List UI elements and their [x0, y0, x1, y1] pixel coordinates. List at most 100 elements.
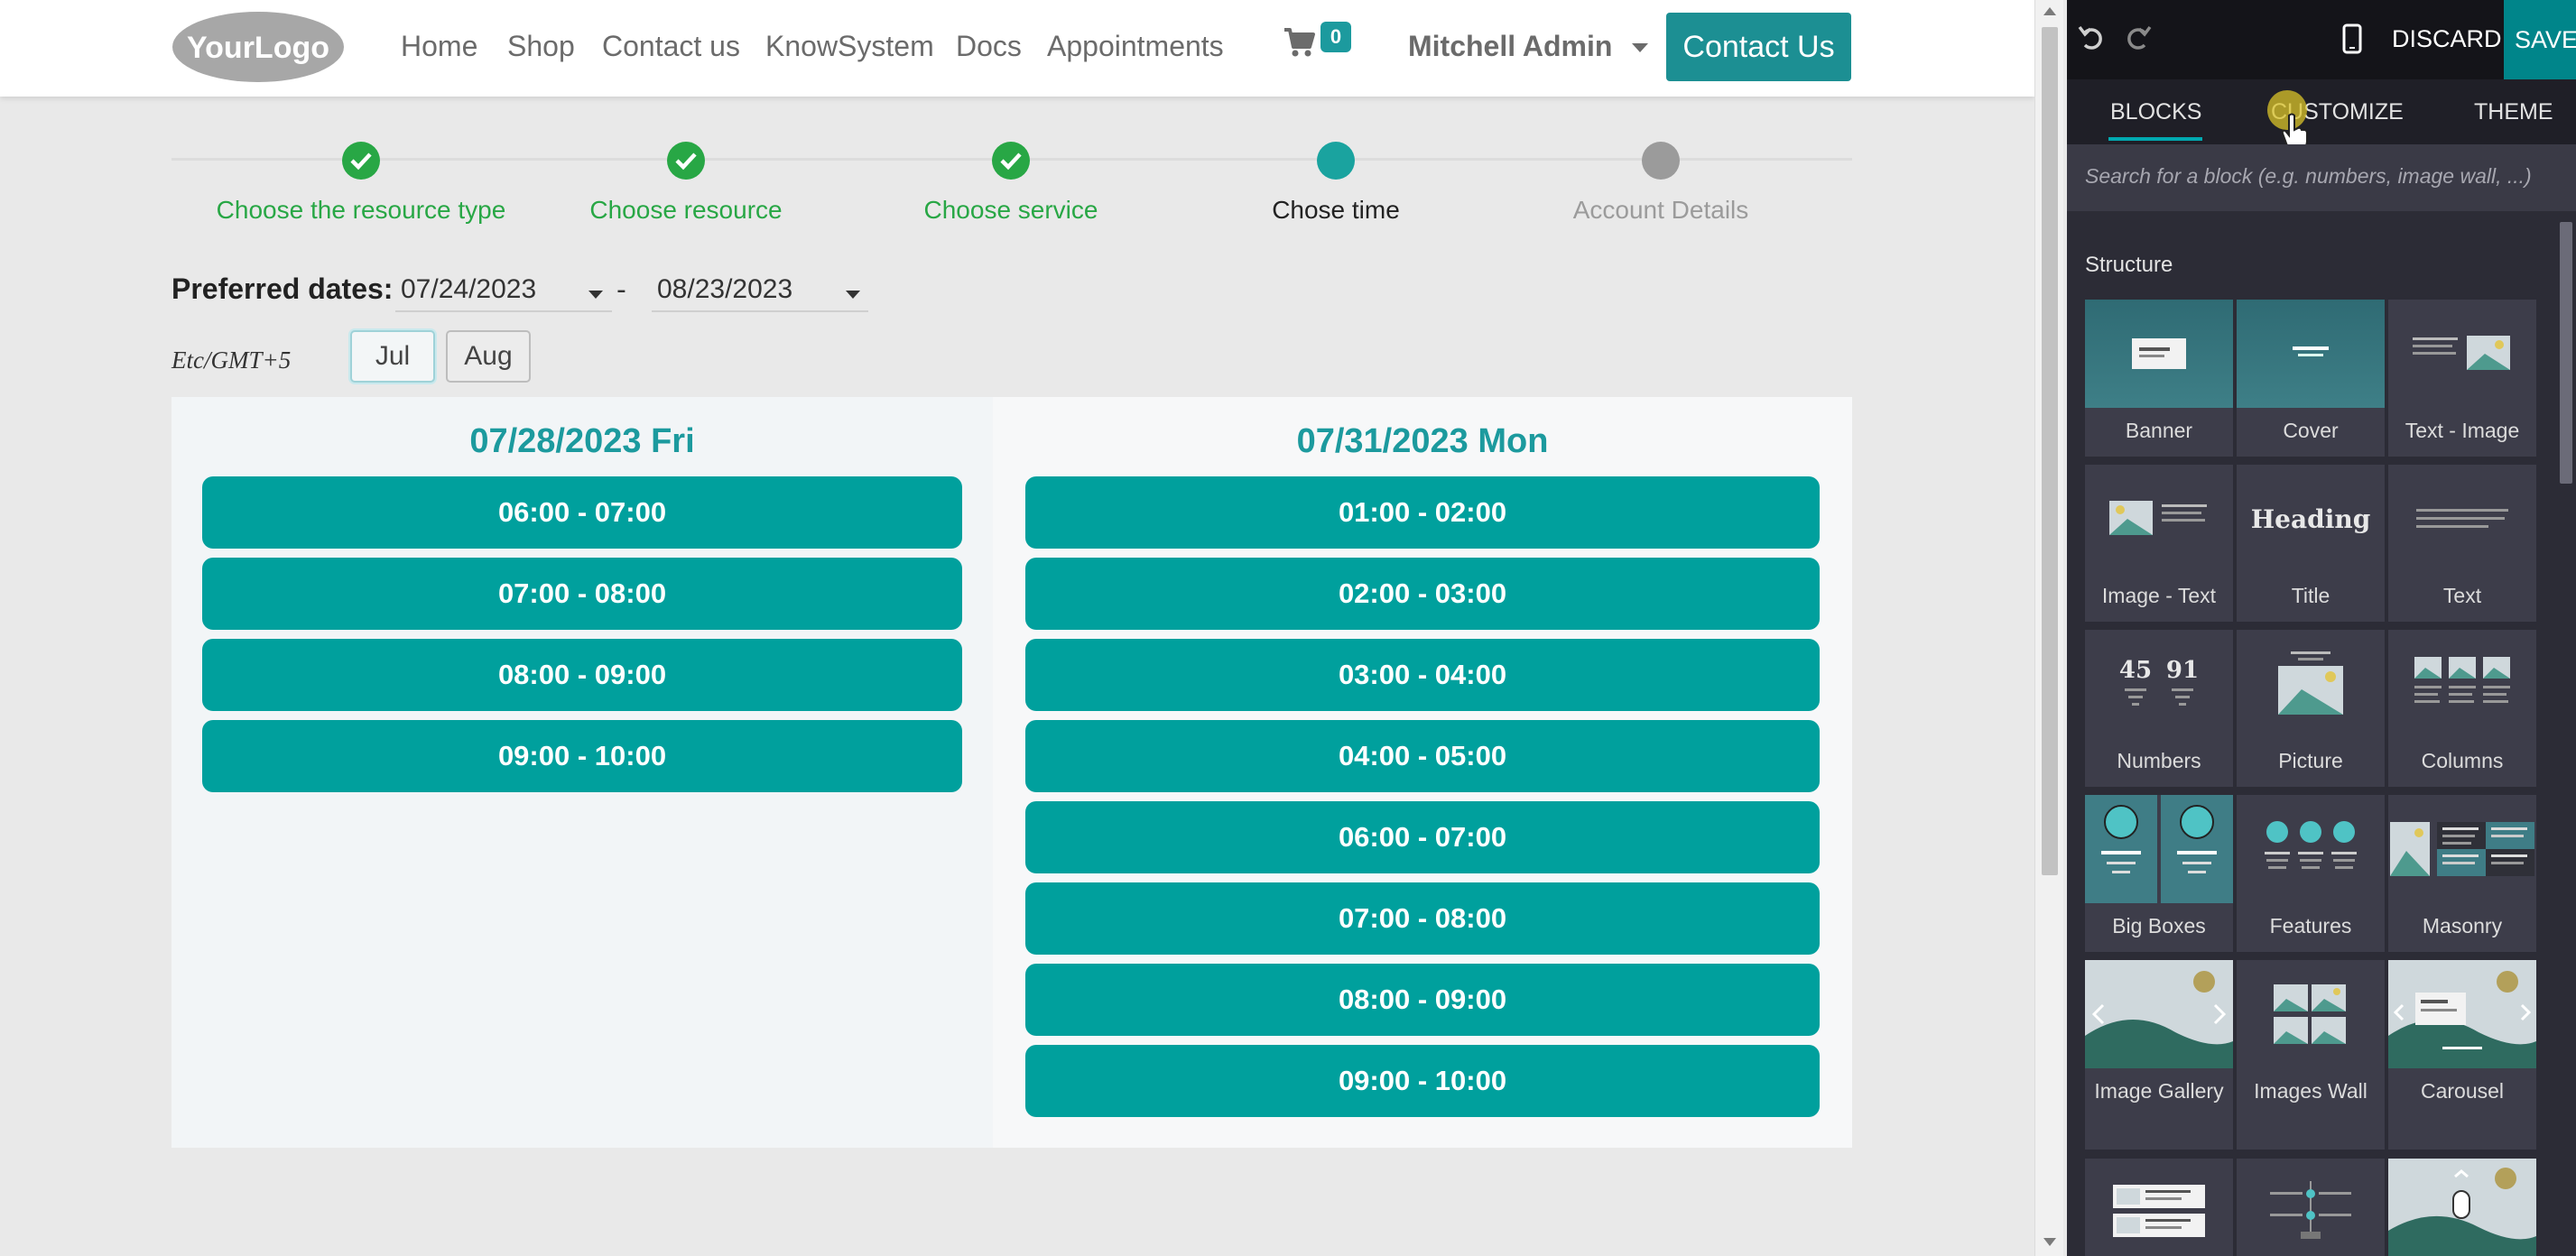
time-slot-button[interactable]: 03:00 - 04:00 — [1025, 639, 1820, 711]
chevron-down-icon[interactable] — [588, 291, 603, 299]
nav-link-appointments[interactable]: Appointments — [1047, 30, 1224, 63]
redo-icon[interactable] — [2119, 20, 2155, 56]
preferred-dates-label: Preferred dates: — [171, 272, 394, 305]
block-search-input[interactable]: Search for a block (e.g. numbers, image … — [2085, 164, 2532, 189]
time-slot-button[interactable]: 08:00 - 09:00 — [1025, 964, 1820, 1036]
editor-toolbar: DISCARD SAVE — [2067, 0, 2576, 79]
block-text-image[interactable]: Text - Image — [2388, 300, 2536, 457]
block-partial[interactable] — [2085, 1159, 2233, 1256]
date-from-input[interactable]: 07/24/2023 — [395, 267, 612, 312]
check-icon — [342, 142, 380, 180]
block-columns[interactable]: Columns — [2388, 630, 2536, 787]
picture-thumbnail — [2237, 630, 2385, 738]
step-account-details: Account Details — [1498, 142, 1823, 225]
block-image-gallery[interactable]: Image Gallery — [2085, 960, 2233, 1150]
discard-button[interactable]: DISCARD — [2392, 25, 2502, 53]
month-button-aug[interactable]: Aug — [446, 330, 531, 383]
tab-blocks[interactable]: BLOCKS — [2110, 99, 2201, 125]
block-features[interactable]: Features — [2237, 795, 2385, 952]
timezone-label: Etc/GMT+5 — [171, 346, 292, 374]
parallax-thumbnail — [2388, 1159, 2536, 1256]
timeline-thumbnail — [2237, 1159, 2385, 1256]
chevron-down-icon[interactable] — [846, 291, 860, 299]
block-label: Banner — [2125, 419, 2193, 442]
time-slot-button[interactable]: 09:00 - 10:00 — [1025, 1045, 1820, 1117]
time-slot-button[interactable]: 09:00 - 10:00 — [202, 720, 962, 792]
block-label: Image Gallery — [2094, 1079, 2224, 1103]
features-thumbnail — [2237, 795, 2385, 903]
image-gallery-thumbnail — [2085, 960, 2233, 1068]
scroll-down-icon[interactable] — [2043, 1238, 2056, 1246]
step-label: Chose time — [1272, 196, 1400, 224]
block-label: Picture — [2278, 749, 2343, 772]
block-label: Carousel — [2420, 1079, 2505, 1103]
active-tab-indicator — [2108, 137, 2202, 141]
user-menu[interactable]: Mitchell Admin — [1408, 30, 1612, 63]
time-slot-button[interactable]: 07:00 - 08:00 — [202, 558, 962, 630]
text-thumbnail — [2388, 465, 2536, 573]
block-big-boxes[interactable]: Big Boxes — [2085, 795, 2233, 952]
page-scrollbar[interactable] — [2034, 0, 2063, 1256]
navbar: YourLogo Home Shop Contact us KnowSystem… — [0, 0, 2034, 97]
block-image-text[interactable]: Image - Text — [2085, 465, 2233, 622]
logo[interactable]: YourLogo — [171, 11, 345, 83]
block-numbers[interactable]: 45 91 Numbers — [2085, 630, 2233, 787]
time-slot-button[interactable]: 07:00 - 08:00 — [1025, 882, 1820, 955]
block-masonry[interactable]: Masonry — [2388, 795, 2536, 952]
block-label: Numbers — [2117, 749, 2201, 772]
step-service: Choose service — [848, 142, 1173, 225]
contact-us-button[interactable]: Contact Us — [1666, 13, 1851, 81]
block-search[interactable]: Search for a block (e.g. numbers, image … — [2067, 144, 2576, 211]
block-partial[interactable] — [2237, 1159, 2385, 1256]
month-button-jul[interactable]: Jul — [350, 330, 435, 383]
time-slot-button[interactable]: 08:00 - 09:00 — [202, 639, 962, 711]
cart-count-badge: 0 — [1320, 22, 1351, 52]
save-button[interactable]: SAVE — [2504, 0, 2576, 79]
step-label: Account Details — [1572, 196, 1749, 224]
time-slot-button[interactable]: 04:00 - 05:00 — [1025, 720, 1820, 792]
numbers-thumbnail: 45 91 — [2085, 630, 2233, 738]
block-carousel[interactable]: Carousel — [2388, 960, 2536, 1150]
date-to-input[interactable]: 08/23/2023 — [652, 267, 868, 312]
step-time: Chose time — [1173, 142, 1498, 225]
nav-link-shop[interactable]: Shop — [507, 30, 575, 63]
time-slot-button[interactable]: 01:00 - 02:00 — [1025, 476, 1820, 549]
block-images-wall[interactable]: Images Wall — [2237, 960, 2385, 1150]
nav-link-knowsystem[interactable]: KnowSystem — [765, 30, 934, 63]
time-slot-button[interactable]: 06:00 - 07:00 — [1025, 801, 1820, 873]
block-cover[interactable]: Cover — [2237, 300, 2385, 457]
time-slot-button[interactable]: 06:00 - 07:00 — [202, 476, 962, 549]
day-title: 07/31/2023 Mon — [1296, 422, 1549, 460]
step-label: Choose the resource type — [216, 196, 506, 224]
chevron-down-icon[interactable] — [1632, 43, 1648, 52]
check-icon — [992, 142, 1030, 180]
logo-text-bold: YourLogo — [187, 31, 329, 65]
block-partial[interactable] — [2388, 1159, 2536, 1256]
block-picture[interactable]: Picture — [2237, 630, 2385, 787]
masonry-thumbnail — [2388, 795, 2536, 903]
list-thumbnail — [2085, 1159, 2233, 1256]
undo-icon[interactable] — [2074, 20, 2110, 56]
block-text[interactable]: Text — [2388, 465, 2536, 622]
website-page: YourLogo Home Shop Contact us KnowSystem… — [0, 0, 2034, 1256]
mobile-preview-icon[interactable] — [2342, 23, 2362, 54]
tab-theme[interactable]: THEME — [2474, 99, 2553, 125]
block-label: Features — [2269, 914, 2352, 937]
time-slot-button[interactable]: 02:00 - 03:00 — [1025, 558, 1820, 630]
block-label: Big Boxes — [2112, 914, 2206, 937]
nav-link-contact[interactable]: Contact us — [602, 30, 740, 63]
scroll-up-icon[interactable] — [2043, 7, 2056, 15]
nav-link-docs[interactable]: Docs — [956, 30, 1022, 63]
current-step-dot — [1317, 142, 1355, 180]
scrollbar-thumb[interactable] — [2042, 27, 2058, 875]
cart-icon[interactable] — [1283, 27, 1316, 58]
scrollbar-thumb[interactable] — [2560, 222, 2572, 484]
block-label: Image - Text — [2101, 584, 2217, 607]
block-title[interactable]: Heading Title — [2237, 465, 2385, 622]
panel-scrollbar[interactable] — [2556, 213, 2576, 1256]
editor-tabs: BLOCKS CUSTOMIZE THEME — [2067, 79, 2576, 144]
nav-link-home[interactable]: Home — [401, 30, 477, 63]
block-banner[interactable]: Banner — [2085, 300, 2233, 457]
check-icon — [667, 142, 705, 180]
heading-thumbnail: Heading — [2250, 503, 2371, 534]
